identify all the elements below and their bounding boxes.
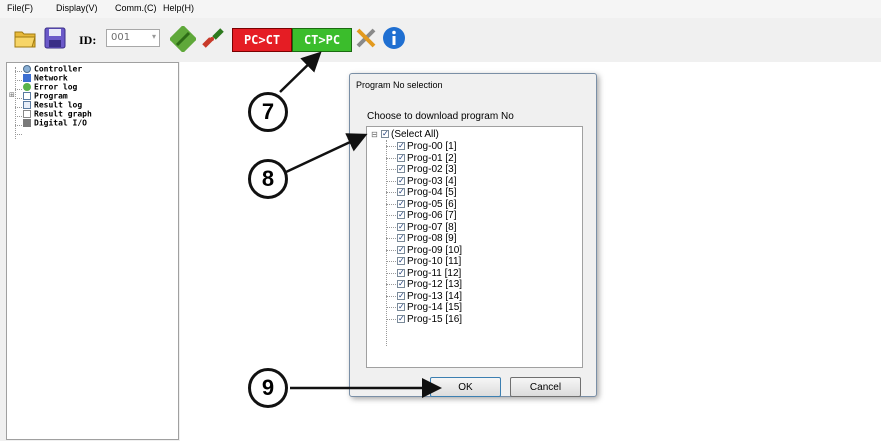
callout-7: 7: [248, 92, 288, 132]
arrow-8: [285, 133, 368, 174]
callout-8: 8: [248, 159, 288, 199]
annotation-arrows: [279, 51, 442, 398]
arrow-7: [279, 51, 322, 93]
callout-9: 9: [248, 368, 288, 408]
